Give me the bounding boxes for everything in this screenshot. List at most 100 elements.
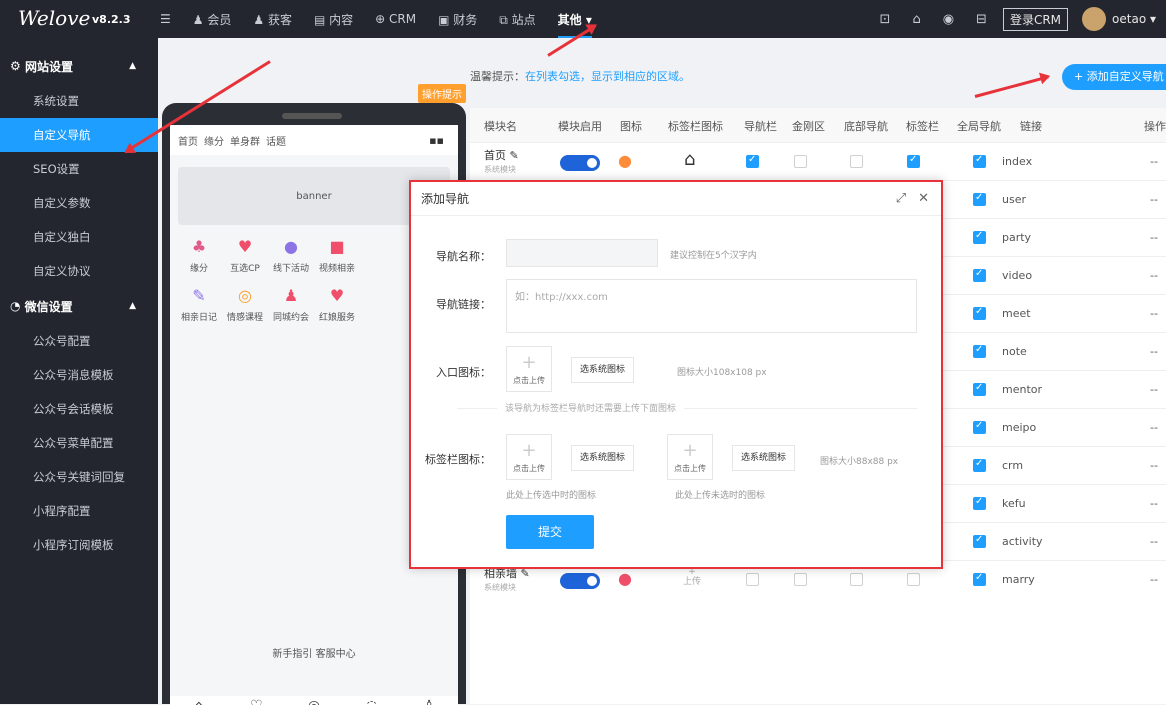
phone-icon-cell[interactable]: ♥ 互选CP — [222, 237, 268, 274]
nav-member[interactable]: ♟ 会员 — [193, 11, 232, 28]
row-checkbox[interactable] — [973, 496, 986, 510]
phone-icon-cell[interactable]: ✎ 相亲日记 — [176, 286, 222, 323]
row-checkbox[interactable] — [973, 382, 986, 396]
row-checkbox[interactable] — [973, 344, 986, 358]
row-checkbox[interactable] — [907, 154, 920, 168]
phone-icon-cell[interactable]: ● 线下活动 — [268, 237, 314, 274]
sidebar-item-mp-session-template[interactable]: 公众号会话模板 — [0, 392, 158, 426]
menu-toggle-icon[interactable]: ☰ — [160, 12, 171, 26]
theme-icon[interactable]: ◉ — [943, 12, 954, 27]
row-operation[interactable]: -- — [1150, 421, 1158, 434]
row-checkbox[interactable] — [973, 230, 986, 244]
sidebar-item-custom-monologue[interactable]: 自定义独白 — [0, 220, 158, 254]
row-checkbox[interactable] — [973, 306, 986, 320]
row-checkbox[interactable] — [973, 192, 986, 206]
operation-hint-tag[interactable]: 操作提示 — [418, 84, 466, 103]
row-checkbox[interactable] — [794, 155, 807, 168]
sidebar-item-custom-agreement[interactable]: 自定义协议 — [0, 254, 158, 288]
row-checkbox[interactable] — [973, 572, 986, 586]
home-icon[interactable]: ⌂ — [912, 12, 920, 27]
sidebar-item-mp-keyword-reply[interactable]: 公众号关键词回复 — [0, 460, 158, 494]
row-checkbox[interactable] — [746, 154, 759, 168]
module-enable-toggle[interactable] — [560, 155, 600, 171]
nav-finance[interactable]: ▣ 财务 — [438, 11, 477, 28]
nav-crm[interactable]: ⊕ CRM — [375, 12, 416, 26]
sidebar-item-mp-menu-config[interactable]: 公众号菜单配置 — [0, 426, 158, 460]
sidebar-group-wechat-settings[interactable]: ◔ 微信设置 ▲ — [0, 288, 158, 324]
row-checkbox[interactable] — [973, 420, 986, 434]
nav-link-textarea[interactable]: 如：http://xxx.com — [506, 279, 917, 333]
home-icon[interactable]: ⌂ — [684, 149, 695, 170]
row-operation[interactable]: -- — [1150, 345, 1158, 358]
sidebar-item-miniapp-subscribe[interactable]: 小程序订阅模板 — [0, 528, 158, 562]
col-link: 链接 — [1020, 120, 1042, 133]
phone-tab[interactable]: 缘分 — [204, 133, 224, 148]
row-operation[interactable]: -- — [1150, 573, 1158, 586]
module-link: crm — [1002, 459, 1024, 472]
entry-select-system-icon-button[interactable]: 选系统图标 — [571, 357, 635, 383]
row-operation[interactable]: -- — [1150, 459, 1158, 472]
tab-unselected-system-icon-button[interactable]: 选系统图标 — [732, 445, 796, 471]
submit-button[interactable]: 提交 — [506, 515, 594, 549]
sidebar-item-mp-message-template[interactable]: 公众号消息模板 — [0, 358, 158, 392]
phone-tab[interactable]: 话题 — [266, 133, 286, 148]
nav-acquire[interactable]: ♟ 获客 — [253, 11, 292, 28]
row-operation[interactable]: -- — [1150, 193, 1158, 206]
tab-icon-upload[interactable]: +上传 — [683, 567, 701, 587]
row-checkbox[interactable] — [973, 534, 986, 548]
nav-content[interactable]: ▤ 内容 — [314, 11, 353, 28]
row-operation[interactable]: -- — [1150, 155, 1158, 168]
nav-name-hint: 建议控制在5个汉字内 — [670, 251, 757, 261]
balloon-icon: ● — [284, 237, 298, 256]
user-menu[interactable]: oetao ▾ — [1112, 12, 1156, 26]
avatar[interactable] — [1082, 7, 1107, 31]
col-tab-icon: 标签栏图标 — [668, 120, 723, 133]
row-checkbox[interactable] — [794, 573, 807, 586]
row-operation[interactable]: -- — [1150, 269, 1158, 282]
sidebar-item-custom-params[interactable]: 自定义参数 — [0, 186, 158, 220]
row-checkbox[interactable] — [973, 458, 986, 472]
sidebar-item-system-settings[interactable]: 系统设置 — [0, 84, 158, 118]
screen-icon[interactable]: ⊡ — [880, 12, 891, 27]
nav-name-input[interactable] — [506, 239, 658, 267]
phone-tab[interactable]: 首页 — [178, 133, 198, 148]
phone-tab[interactable]: 单身群 — [230, 133, 260, 148]
add-custom-nav-button[interactable]: + 添加自定义导航 — [1062, 64, 1166, 90]
phone-icon-cell[interactable]: ♥ 红娘服务 — [314, 286, 360, 323]
module-name[interactable]: 首页 ✎ — [484, 147, 519, 163]
row-checkbox[interactable] — [973, 268, 986, 282]
phone-icon-cell[interactable]: ◎ 情感课程 — [222, 286, 268, 323]
unselected-icon-hint: 此处上传未选时的图标 — [675, 491, 766, 501]
tab-selected-system-icon-button[interactable]: 选系统图标 — [571, 445, 635, 471]
phone-icon-cell[interactable]: ♣ 缘分 — [176, 237, 222, 274]
phone-icon-cell[interactable]: ♟ 同城约会 — [268, 286, 314, 323]
close-icon[interactable]: ✕ — [918, 191, 929, 206]
phone-icon-cell[interactable]: ■ 视频相亲 — [314, 237, 360, 274]
lock-icon[interactable]: ⊟ — [976, 12, 987, 27]
row-operation[interactable]: -- — [1150, 535, 1158, 548]
row-checkbox[interactable] — [973, 154, 986, 168]
row-operation[interactable]: -- — [1150, 307, 1158, 320]
sidebar-item-mp-config[interactable]: 公众号配置 — [0, 324, 158, 358]
row-checkbox[interactable] — [746, 573, 759, 586]
row-operation[interactable]: -- — [1150, 383, 1158, 396]
tab-icon-unselected-upload[interactable]: + 点击上传 — [667, 434, 713, 480]
app-logo[interactable]: Welove — [18, 6, 90, 30]
row-operation[interactable]: -- — [1150, 497, 1158, 510]
row-checkbox[interactable] — [907, 573, 920, 586]
grid-icon[interactable]: ▪▪ — [429, 134, 444, 147]
login-crm-button[interactable]: 登录CRM — [1002, 7, 1069, 31]
row-checkbox[interactable] — [850, 573, 863, 586]
entry-icon-upload[interactable]: + 点击上传 — [506, 346, 552, 392]
phone-tabs: 首页 缘分 单身群 话题 ▪▪ — [170, 125, 458, 155]
maximize-icon[interactable]: ⤢ — [896, 191, 906, 206]
tab-icon-selected-upload[interactable]: + 点击上传 — [506, 434, 552, 480]
phone-guide-links[interactable]: 新手指引 客服中心 — [170, 645, 458, 660]
sidebar-item-seo[interactable]: SEO设置 — [0, 152, 158, 186]
sidebar-item-miniapp-config[interactable]: 小程序配置 — [0, 494, 158, 528]
nav-site[interactable]: ⧉ 站点 — [499, 11, 535, 28]
sidebar-group-site-settings[interactable]: ⚙ 网站设置 ▲ — [0, 48, 158, 84]
row-checkbox[interactable] — [850, 155, 863, 168]
module-enable-toggle[interactable] — [560, 573, 600, 589]
row-operation[interactable]: -- — [1150, 231, 1158, 244]
